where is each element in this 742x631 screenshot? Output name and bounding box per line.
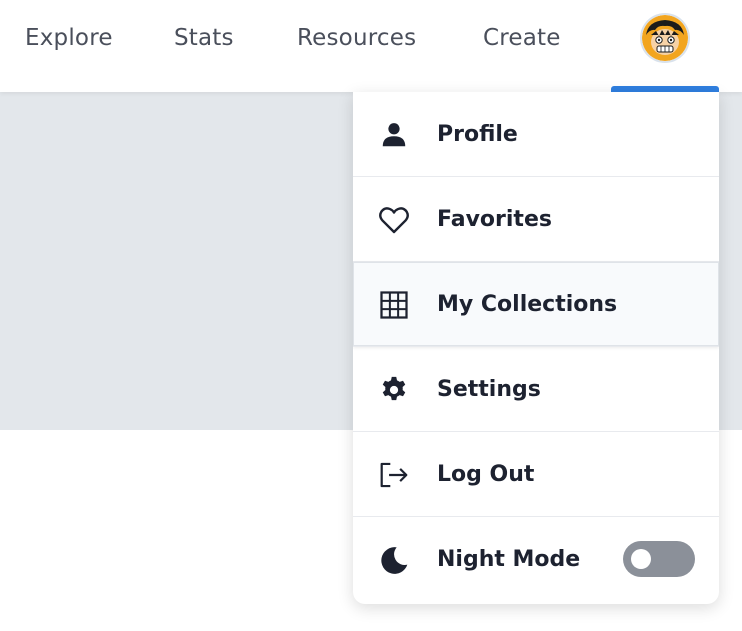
moon-icon [377, 543, 411, 577]
nav-stats[interactable]: Stats [174, 24, 234, 52]
grid-icon [377, 288, 411, 322]
menu-item-my-collections[interactable]: My Collections [353, 262, 719, 347]
user-avatar-icon[interactable] [642, 15, 688, 61]
menu-item-night-mode[interactable]: Night Mode [353, 517, 719, 602]
menu-item-label: Profile [437, 122, 518, 147]
person-icon [377, 118, 411, 152]
nav-explore[interactable]: Explore [25, 24, 113, 52]
nav-create[interactable]: Create [483, 24, 561, 52]
nav-resources[interactable]: Resources [297, 24, 416, 52]
menu-item-log-out[interactable]: Log Out [353, 432, 719, 517]
logout-icon [377, 458, 411, 492]
menu-item-favorites[interactable]: Favorites [353, 177, 719, 262]
menu-item-label: Log Out [437, 462, 535, 487]
menu-item-label: Night Mode [437, 547, 581, 572]
user-dropdown-menu: Profile Favorites My Collections Setting… [353, 92, 719, 604]
menu-item-settings[interactable]: Settings [353, 347, 719, 432]
toggle-knob [631, 549, 651, 569]
gear-icon [377, 373, 411, 407]
menu-item-label: Settings [437, 377, 541, 402]
night-mode-toggle[interactable] [623, 541, 695, 577]
heart-icon [377, 203, 411, 237]
menu-item-label: My Collections [437, 292, 618, 317]
menu-item-profile[interactable]: Profile [353, 92, 719, 177]
menu-item-label: Favorites [437, 207, 552, 232]
top-navigation: Explore Stats Resources Create [0, 0, 742, 92]
